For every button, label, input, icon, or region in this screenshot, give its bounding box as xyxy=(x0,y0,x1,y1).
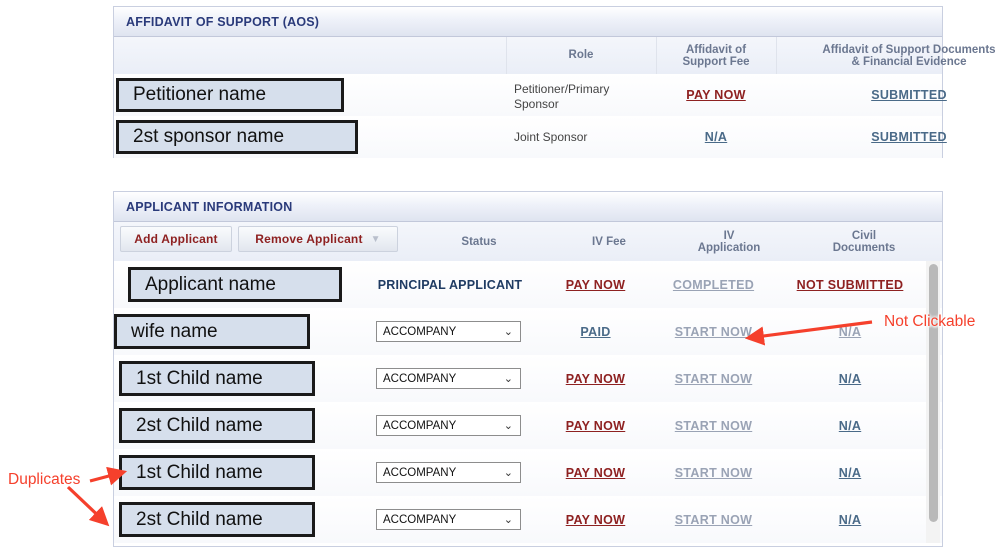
applicant-name-text: 2st Child name xyxy=(136,508,263,530)
applicant-col-status: Status xyxy=(461,235,497,248)
aos-role-line1: Petitioner/Primary xyxy=(514,82,610,96)
iv-fee-link[interactable]: PAY NOW xyxy=(539,278,652,292)
iv-fee-link[interactable]: PAID xyxy=(539,325,652,339)
accompany-status-select[interactable]: ACCOMPANY ⌄ xyxy=(376,462,521,483)
duplicates-arrow-2 xyxy=(66,485,110,527)
applicant-name-text: Applicant name xyxy=(145,273,276,295)
civil-documents-link[interactable]: N/A xyxy=(775,419,925,433)
iv-fee-link[interactable]: PAY NOW xyxy=(539,513,652,527)
aos-col-documents-line1: Affidavit of Support Documents xyxy=(822,43,996,56)
aos-pay-now-link[interactable]: PAY NOW xyxy=(657,88,775,102)
aos-panel-title: AFFIDAVIT OF SUPPORT (AOS) xyxy=(114,7,942,37)
aos-role-cell: Joint Sponsor xyxy=(514,130,648,145)
joint-sponsor-name-text: 2st sponsor name xyxy=(133,126,285,147)
chevron-down-icon: ⌄ xyxy=(503,326,513,338)
chevron-down-icon: ▼ xyxy=(370,233,381,245)
applicant-col-civil-documents: Civil Documents xyxy=(794,222,934,261)
accompany-status-value: ACCOMPANY xyxy=(383,325,457,338)
iv-fee-link[interactable]: PAY NOW xyxy=(539,466,652,480)
iv-application-link[interactable]: START NOW xyxy=(653,325,774,339)
applicant-name-chip[interactable]: 2st Child name xyxy=(119,408,315,443)
accompany-status-select[interactable]: ACCOMPANY ⌄ xyxy=(376,509,521,530)
iv-application-link[interactable]: COMPLETED xyxy=(653,278,774,292)
applicant-col-iv-application-line1: IV xyxy=(723,229,735,242)
applicant-col-iv-fee: IV Fee xyxy=(592,235,626,248)
applicant-information-panel: APPLICANT INFORMATION Add Applicant Remo… xyxy=(113,191,943,547)
civil-documents-link[interactable]: NOT SUBMITTED xyxy=(775,278,925,292)
applicant-panel-title: APPLICANT INFORMATION xyxy=(114,192,942,222)
petitioner-name-chip[interactable]: Petitioner name xyxy=(116,78,344,112)
iv-application-link[interactable]: START NOW xyxy=(653,372,774,386)
table-row: wife name ACCOMPANY ⌄ PAID START NOW N/A xyxy=(114,308,942,356)
principal-applicant-label: PRINCIPAL APPLICANT xyxy=(377,278,523,292)
table-row: 2st Child name ACCOMPANY ⌄ PAY NOW START NOW… xyxy=(114,496,942,543)
applicant-rows-container: Applicant name PRINCIPAL APPLICANT PAY NOW… xyxy=(114,261,942,543)
aos-col-support-fee-line2: Support Fee xyxy=(682,55,750,68)
aos-role-cell: Petitioner/Primary Sponsor xyxy=(514,82,648,112)
applicant-scrollbar-thumb[interactable] xyxy=(929,264,938,522)
applicant-col-civil-line2: Documents xyxy=(832,241,896,254)
aos-table-row: Petitioner name Petitioner/Primary Spons… xyxy=(114,74,947,117)
iv-application-link[interactable]: START NOW xyxy=(653,466,774,480)
civil-documents-link[interactable]: N/A xyxy=(775,372,925,386)
iv-application-link[interactable]: START NOW xyxy=(653,513,774,527)
aos-col-documents-line2: & Financial Evidence xyxy=(851,55,967,68)
screenshot-root: AFFIDAVIT OF SUPPORT (AOS) Role Affidavi… xyxy=(0,0,1000,553)
aos-col-blank-2 xyxy=(442,37,506,74)
applicant-col-iv-application-line2: Application xyxy=(697,241,761,254)
accompany-status-select[interactable]: ACCOMPANY ⌄ xyxy=(376,415,521,436)
aos-documents-status-link[interactable]: SUBMITTED xyxy=(777,130,1000,144)
table-row: 2st Child name ACCOMPANY ⌄ PAY NOW START NOW… xyxy=(114,402,942,450)
chevron-down-icon: ⌄ xyxy=(503,373,513,385)
chevron-down-icon: ⌄ xyxy=(503,420,513,432)
aos-role-line1: Joint Sponsor xyxy=(514,130,588,144)
iv-fee-link[interactable]: PAY NOW xyxy=(539,372,652,386)
aos-col-support-fee-line1: Affidavit of xyxy=(685,43,747,56)
accompany-status-select[interactable]: ACCOMPANY ⌄ xyxy=(376,368,521,389)
aos-documents-status-link[interactable]: SUBMITTED xyxy=(777,88,1000,102)
add-applicant-button[interactable]: Add Applicant xyxy=(120,226,232,252)
chevron-down-icon: ⌄ xyxy=(503,467,513,479)
joint-sponsor-name-chip[interactable]: 2st sponsor name xyxy=(116,120,358,154)
add-applicant-label: Add Applicant xyxy=(134,232,218,246)
applicant-name-text: 1st Child name xyxy=(136,461,263,483)
applicant-name-chip[interactable]: 1st Child name xyxy=(119,455,315,490)
applicant-name-text: 2st Child name xyxy=(136,414,263,436)
iv-fee-link[interactable]: PAY NOW xyxy=(539,419,652,433)
table-row: 1st Child name ACCOMPANY ⌄ PAY NOW START NOW… xyxy=(114,449,942,497)
civil-documents-link[interactable]: N/A xyxy=(775,466,925,480)
duplicates-annotation-label: Duplicates xyxy=(8,471,81,488)
applicant-name-chip[interactable]: Applicant name xyxy=(128,267,342,302)
applicant-name-text: 1st Child name xyxy=(136,367,263,389)
applicant-col-civil-line1: Civil xyxy=(851,229,877,242)
applicant-name-text: wife name xyxy=(131,320,218,342)
remove-applicant-button[interactable]: Remove Applicant ▼ xyxy=(238,226,398,252)
table-row: Applicant name PRINCIPAL APPLICANT PAY NOW… xyxy=(114,261,942,309)
table-row: 1st Child name ACCOMPANY ⌄ PAY NOW START NOW… xyxy=(114,355,942,403)
applicant-name-chip[interactable]: 1st Child name xyxy=(119,361,315,396)
not-clickable-annotation-label: Not Clickable xyxy=(884,313,976,330)
accompany-status-value: ACCOMPANY xyxy=(383,466,457,479)
accompany-status-select[interactable]: ACCOMPANY ⌄ xyxy=(376,321,521,342)
chevron-down-icon: ⌄ xyxy=(503,514,513,526)
applicant-name-chip[interactable]: wife name xyxy=(114,314,310,349)
applicant-name-chip[interactable]: 2st Child name xyxy=(119,502,315,537)
affidavit-of-support-panel: AFFIDAVIT OF SUPPORT (AOS) Role Affidavi… xyxy=(113,6,996,158)
remove-applicant-label: Remove Applicant xyxy=(255,232,363,246)
petitioner-name-text: Petitioner name xyxy=(133,84,267,105)
accompany-status-value: ACCOMPANY xyxy=(383,419,457,432)
aos-table-row: 2st sponsor name Joint Sponsor N/A SUBMI… xyxy=(114,116,947,158)
accompany-status-value: ACCOMPANY xyxy=(383,372,457,385)
aos-fee-na-link[interactable]: N/A xyxy=(657,130,775,144)
aos-col-blank-1 xyxy=(114,37,442,74)
iv-application-link[interactable]: START NOW xyxy=(653,419,774,433)
civil-documents-link[interactable]: N/A xyxy=(775,513,925,527)
accompany-status-value: ACCOMPANY xyxy=(383,513,457,526)
aos-col-documents: Affidavit of Support Documents & Financi… xyxy=(776,37,1000,74)
applicant-col-iv-application: IV Application xyxy=(664,222,794,261)
aos-role-line2: Sponsor xyxy=(514,97,559,111)
aos-col-support-fee: Affidavit of Support Fee xyxy=(656,37,776,74)
aos-col-role: Role xyxy=(568,48,594,61)
